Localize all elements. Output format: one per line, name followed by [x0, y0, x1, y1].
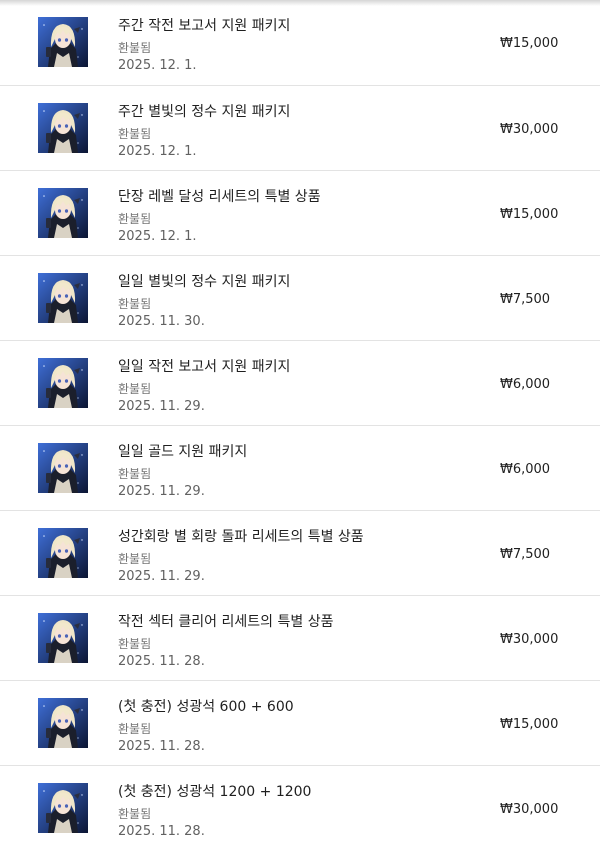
purchase-date: 2025. 12. 1.	[118, 58, 197, 73]
refund-status-label: 환불됨	[118, 807, 152, 821]
purchase-item[interactable]: 주간 작전 보고서 지원 패키지 환불됨 2025. 12. 1. ₩15,00…	[0, 0, 600, 86]
item-title: 성간회랑 별 회랑 돌파 리세트의 특별 상품	[118, 529, 364, 545]
purchase-item[interactable]: 일일 골드 지원 패키지 환불됨 2025. 11. 29. ₩6,000	[0, 426, 600, 511]
item-title: (첫 충전) 성광석 600 + 600	[118, 699, 294, 715]
game-character-icon	[38, 17, 88, 67]
refund-status-label: 환불됨	[118, 637, 152, 651]
refund-status-label: 환불됨	[118, 212, 152, 226]
purchase-date: 2025. 11. 30.	[118, 314, 205, 329]
item-title: 단장 레벨 달성 리세트의 특별 상품	[118, 189, 321, 205]
item-price: ₩30,000	[500, 802, 559, 817]
refund-status-label: 환불됨	[118, 297, 152, 311]
refund-status-label: 환불됨	[118, 552, 152, 566]
game-character-icon	[38, 783, 88, 833]
item-title: 주간 별빛의 정수 지원 패키지	[118, 104, 291, 120]
game-character-icon	[38, 188, 88, 238]
purchase-date: 2025. 11. 28.	[118, 824, 205, 839]
game-character-icon	[38, 698, 88, 748]
item-price: ₩7,500	[500, 292, 551, 307]
purchase-date: 2025. 12. 1.	[118, 144, 197, 159]
item-price: ₩6,000	[500, 462, 551, 477]
purchase-date: 2025. 11. 29.	[118, 569, 205, 584]
refund-status-label: 환불됨	[118, 127, 152, 141]
item-title: 주간 작전 보고서 지원 패키지	[118, 18, 291, 34]
purchase-item[interactable]: (첫 충전) 성광석 1200 + 1200 환불됨 2025. 11. 28.…	[0, 766, 600, 851]
item-price: ₩15,000	[500, 717, 559, 732]
purchase-history-list: 주간 작전 보고서 지원 패키지 환불됨 2025. 12. 1. ₩15,00…	[0, 0, 600, 851]
item-price: ₩7,500	[500, 547, 551, 562]
item-title: 작전 섹터 클리어 리세트의 특별 상품	[118, 614, 334, 630]
purchase-date: 2025. 11. 29.	[118, 484, 205, 499]
item-price: ₩15,000	[500, 36, 559, 51]
game-character-icon	[38, 358, 88, 408]
game-character-icon	[38, 528, 88, 578]
purchase-date: 2025. 11. 28.	[118, 654, 205, 669]
item-title: 일일 골드 지원 패키지	[118, 444, 248, 460]
item-price: ₩30,000	[500, 122, 559, 137]
game-character-icon	[38, 103, 88, 153]
game-character-icon	[38, 613, 88, 663]
purchase-item[interactable]: 성간회랑 별 회랑 돌파 리세트의 특별 상품 환불됨 2025. 11. 29…	[0, 511, 600, 596]
purchase-item[interactable]: 작전 섹터 클리어 리세트의 특별 상품 환불됨 2025. 11. 28. ₩…	[0, 596, 600, 681]
purchase-item[interactable]: 주간 별빛의 정수 지원 패키지 환불됨 2025. 12. 1. ₩30,00…	[0, 86, 600, 171]
purchase-date: 2025. 11. 29.	[118, 399, 205, 414]
item-title: 일일 작전 보고서 지원 패키지	[118, 359, 291, 375]
purchase-item[interactable]: (첫 충전) 성광석 600 + 600 환불됨 2025. 11. 28. ₩…	[0, 681, 600, 766]
item-title: (첫 충전) 성광석 1200 + 1200	[118, 784, 312, 800]
purchase-item[interactable]: 단장 레벨 달성 리세트의 특별 상품 환불됨 2025. 12. 1. ₩15…	[0, 171, 600, 256]
game-character-icon	[38, 273, 88, 323]
item-price: ₩30,000	[500, 632, 559, 647]
purchase-item[interactable]: 일일 작전 보고서 지원 패키지 환불됨 2025. 11. 29. ₩6,00…	[0, 341, 600, 426]
refund-status-label: 환불됨	[118, 722, 152, 736]
purchase-date: 2025. 12. 1.	[118, 229, 197, 244]
item-title: 일일 별빛의 정수 지원 패키지	[118, 274, 291, 290]
item-price: ₩15,000	[500, 207, 559, 222]
refund-status-label: 환불됨	[118, 41, 152, 55]
refund-status-label: 환불됨	[118, 382, 152, 396]
game-character-icon	[38, 443, 88, 493]
purchase-item[interactable]: 일일 별빛의 정수 지원 패키지 환불됨 2025. 11. 30. ₩7,50…	[0, 256, 600, 341]
item-price: ₩6,000	[500, 377, 551, 392]
refund-status-label: 환불됨	[118, 467, 152, 481]
purchase-date: 2025. 11. 28.	[118, 739, 205, 754]
